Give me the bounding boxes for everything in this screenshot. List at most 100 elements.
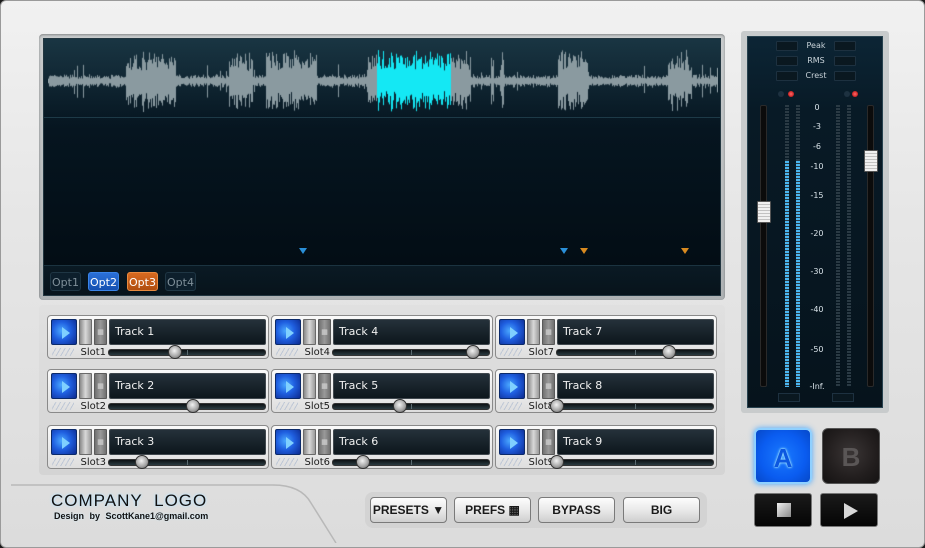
grid-icon: ▦ — [321, 382, 328, 390]
level-meter-column — [785, 105, 789, 387]
hatch-decoration — [276, 348, 298, 356]
track-name-field[interactable]: Track 6 — [333, 429, 490, 455]
stat-right-peak — [834, 41, 856, 51]
play-track-button[interactable] — [275, 429, 301, 455]
marker-orange[interactable] — [680, 248, 689, 254]
opt1-button[interactable]: Opt1 — [50, 272, 81, 291]
play-track-button[interactable] — [499, 429, 525, 455]
slider-center-tick — [187, 460, 188, 465]
ab-a-button[interactable]: A — [754, 428, 812, 484]
grid-menu-button[interactable]: ▦ — [542, 373, 555, 399]
marker-blue[interactable] — [298, 248, 307, 254]
slider-knob[interactable] — [167, 345, 182, 359]
slider-center-tick — [411, 460, 412, 465]
level-meter-frame: Peak RMS Crest 0 -3 -6 -10 -15 -20 -30 -40 -50 -Inf. — [741, 31, 889, 413]
grid-menu-button[interactable]: ▦ — [318, 319, 331, 345]
opt2-button[interactable]: Opt2 — [88, 272, 119, 291]
grid-menu-button[interactable]: ▦ — [318, 429, 331, 455]
waveform-display[interactable]: Opt1 Opt2 Opt3 Opt4 — [43, 38, 721, 296]
track-volume-slider[interactable] — [556, 345, 714, 359]
scale-label: -40 — [810, 305, 824, 314]
waveform-overview[interactable] — [48, 47, 718, 115]
track-name-field[interactable]: Track 7 — [557, 319, 714, 345]
play-track-button[interactable] — [275, 373, 301, 399]
slider-knob[interactable] — [550, 399, 564, 413]
mute-toggle[interactable] — [527, 429, 540, 455]
marker-orange[interactable] — [580, 248, 588, 254]
prefs-button[interactable]: PREFS ▦ — [454, 497, 531, 523]
stat-left-peak — [776, 41, 798, 51]
fader-track-right[interactable] — [867, 105, 874, 387]
level-meter-fill — [785, 161, 789, 387]
track-volume-slider[interactable] — [108, 455, 266, 469]
grid-menu-button[interactable]: ▦ — [542, 429, 555, 455]
plugin-window: Opt1 Opt2 Opt3 Opt4 ▦ Track 1 Slot1 ▦ Track … — [0, 0, 925, 548]
track-volume-slider[interactable] — [550, 455, 714, 469]
slider-knob[interactable] — [134, 455, 149, 469]
mute-toggle[interactable] — [303, 429, 316, 455]
mute-toggle[interactable] — [79, 373, 92, 399]
play-track-button[interactable] — [51, 319, 77, 345]
fader-track-left[interactable] — [760, 105, 767, 387]
slot-label: Slot1 — [80, 347, 106, 358]
grid-menu-button[interactable]: ▦ — [542, 319, 555, 345]
track-name-field[interactable]: Track 8 — [557, 373, 714, 399]
grid-menu-button[interactable]: ▦ — [94, 429, 107, 455]
mute-toggle[interactable] — [79, 429, 92, 455]
mute-toggle[interactable] — [527, 373, 540, 399]
fader-right-handle[interactable] — [864, 150, 878, 173]
track-volume-slider[interactable] — [550, 399, 714, 413]
slot-label: Slot5 — [304, 401, 330, 412]
track-name-field[interactable]: Track 2 — [109, 373, 266, 399]
stop-icon — [777, 503, 791, 517]
slider-knob[interactable] — [550, 455, 564, 469]
mute-toggle[interactable] — [79, 319, 92, 345]
mute-toggle[interactable] — [303, 373, 316, 399]
track-slot: ▦ Track 7 Slot7 — [495, 315, 717, 359]
track-name-field[interactable]: Track 3 — [109, 429, 266, 455]
track-volume-slider[interactable] — [108, 399, 266, 413]
stop-button[interactable] — [754, 493, 812, 527]
track-name-field[interactable]: Track 4 — [333, 319, 490, 345]
slider-center-tick — [635, 460, 636, 465]
slider-knob[interactable] — [466, 345, 481, 359]
stat-left-crest — [776, 71, 798, 81]
slider-knob[interactable] — [393, 399, 408, 413]
slider-knob[interactable] — [186, 399, 201, 413]
play-track-button[interactable] — [275, 319, 301, 345]
ab-b-button[interactable]: B — [822, 428, 880, 484]
track-volume-slider[interactable] — [332, 455, 490, 469]
big-button[interactable]: BIG — [623, 497, 700, 523]
presets-button[interactable]: PRESETS ▼ — [370, 497, 447, 523]
hatch-decoration — [52, 402, 74, 410]
slider-knob[interactable] — [355, 455, 370, 469]
play-track-button[interactable] — [51, 429, 77, 455]
grid-menu-button[interactable]: ▦ — [94, 319, 107, 345]
play-track-button[interactable] — [499, 373, 525, 399]
play-track-button[interactable] — [51, 373, 77, 399]
track-name-field[interactable]: Track 1 — [109, 319, 266, 345]
opt4-button[interactable]: Opt4 — [165, 272, 196, 291]
mute-toggle[interactable] — [527, 319, 540, 345]
play-button[interactable] — [820, 493, 878, 527]
track-volume-slider[interactable] — [108, 345, 266, 359]
track-name-field[interactable]: Track 5 — [333, 373, 490, 399]
grid-icon: ▦ — [97, 328, 104, 336]
slider-center-tick — [411, 350, 412, 355]
clip-led-left[interactable] — [788, 91, 794, 97]
bypass-button[interactable]: BYPASS — [538, 497, 615, 523]
mute-toggle[interactable] — [303, 319, 316, 345]
track-volume-slider[interactable] — [332, 345, 490, 359]
marker-blue[interactable] — [559, 248, 568, 254]
grid-menu-button[interactable]: ▦ — [318, 373, 331, 399]
scale-label: -30 — [810, 267, 824, 276]
clip-led-right[interactable] — [852, 91, 858, 97]
track-name-field[interactable]: Track 9 — [557, 429, 714, 455]
track-volume-slider[interactable] — [332, 399, 490, 413]
play-track-button[interactable] — [499, 319, 525, 345]
level-meter-column — [836, 105, 840, 387]
fader-left-handle[interactable] — [757, 201, 771, 224]
slider-knob[interactable] — [662, 345, 677, 359]
grid-menu-button[interactable]: ▦ — [94, 373, 107, 399]
opt3-button[interactable]: Opt3 — [127, 272, 158, 291]
